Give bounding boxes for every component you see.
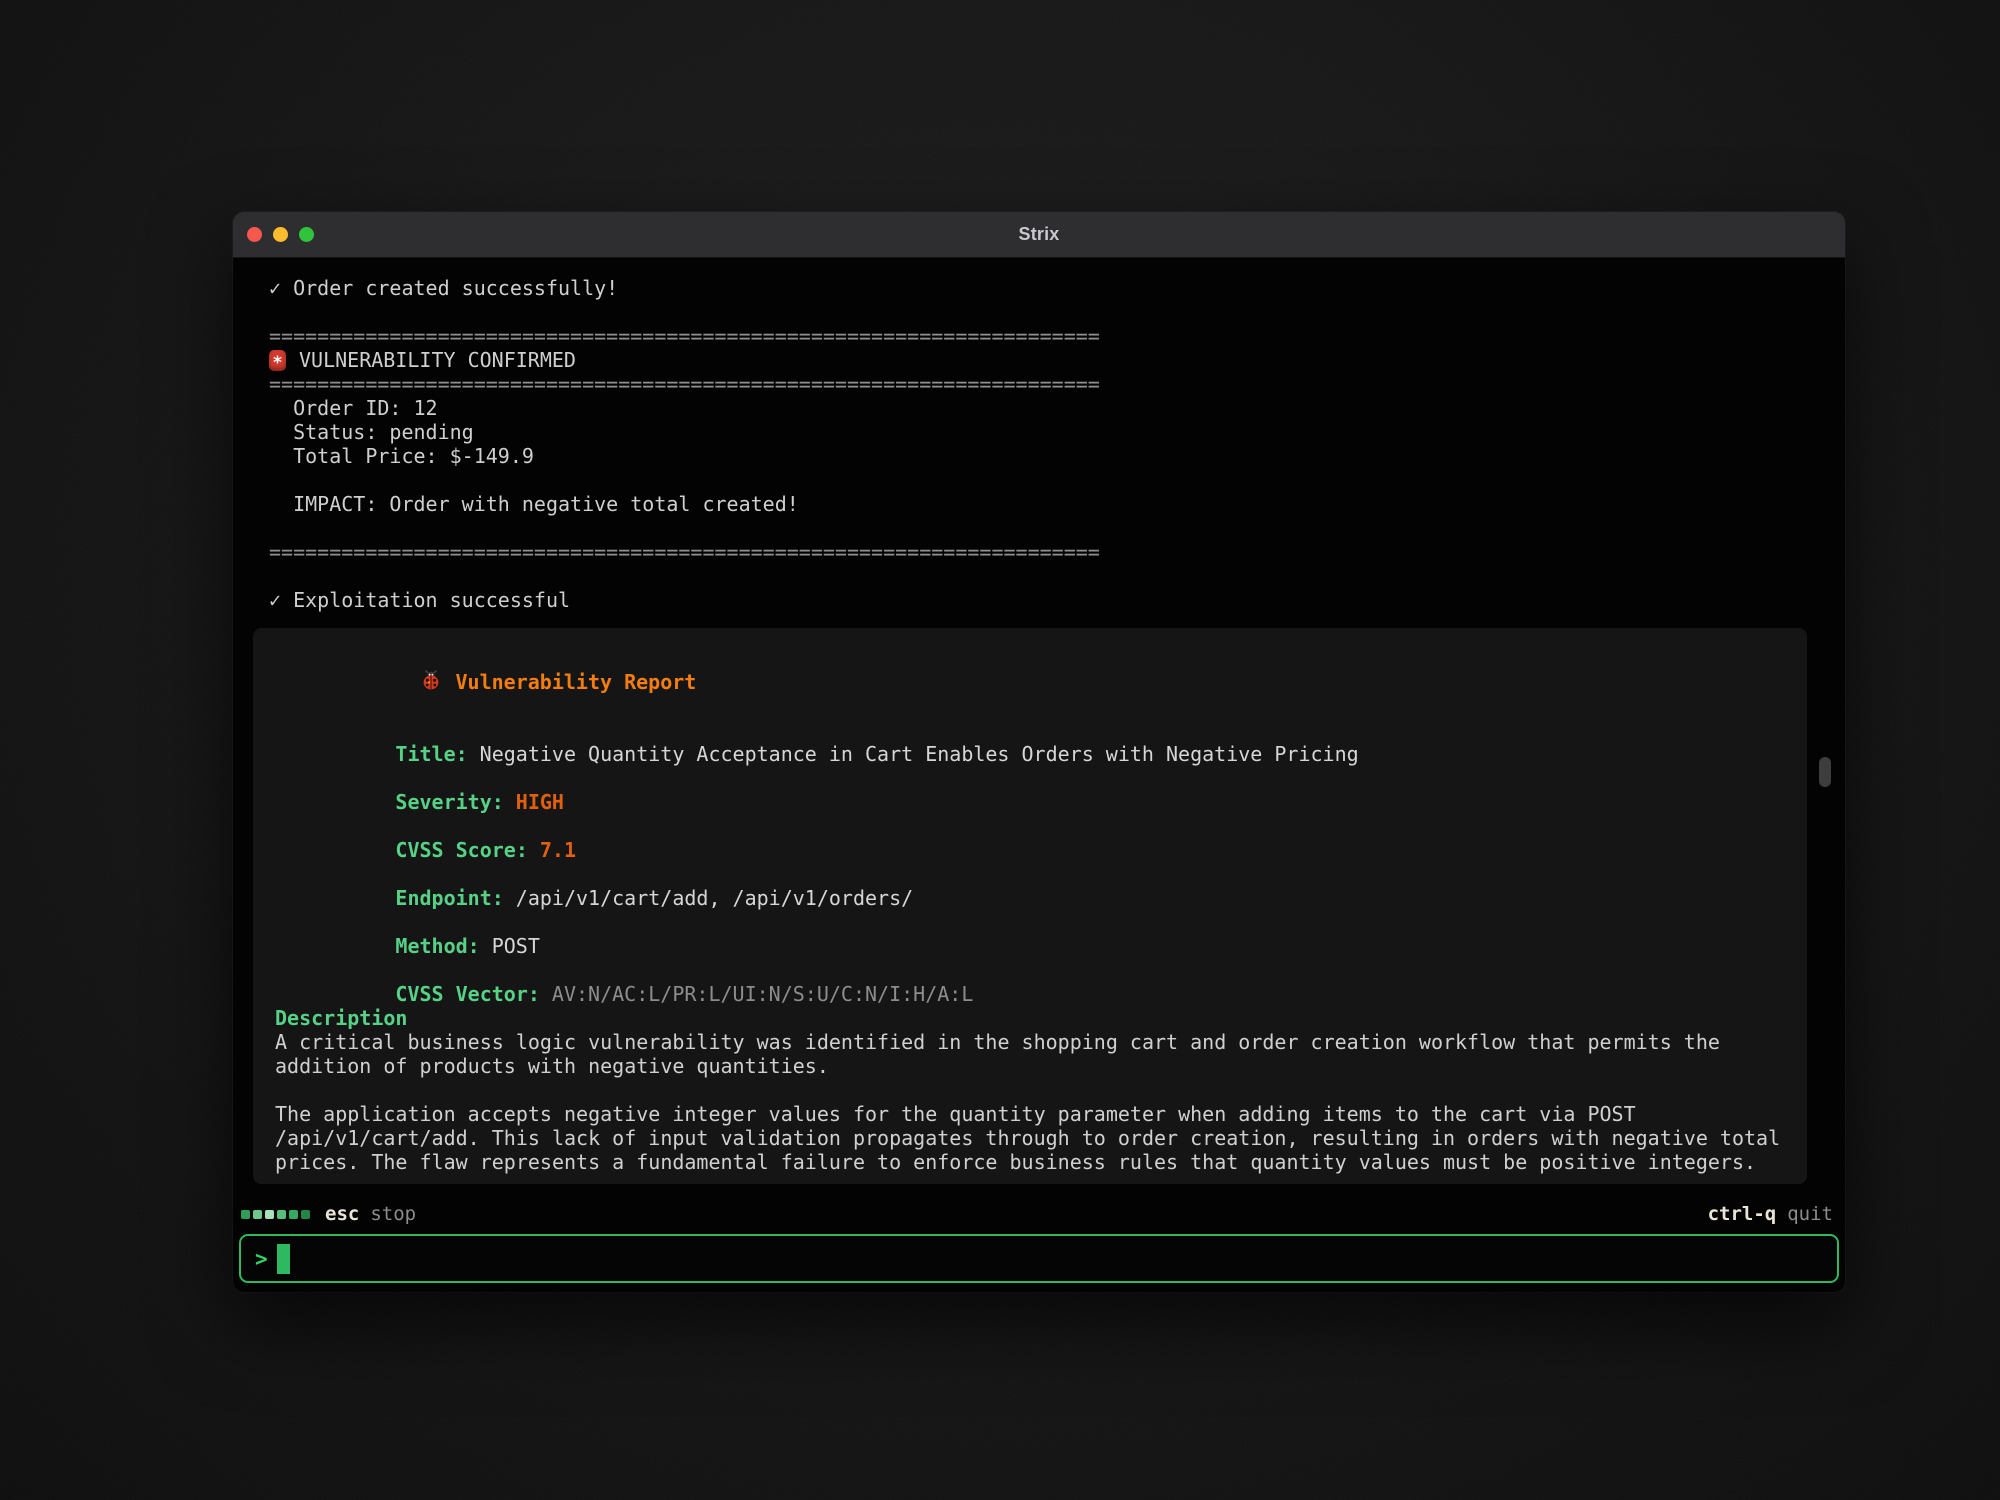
order-id-line: Order ID: 12	[269, 396, 1845, 420]
window-title: Strix	[1018, 224, 1059, 245]
status-bar-left: esc stop	[241, 1203, 416, 1225]
vulnerability-confirmed-banner: * VULNERABILITY CONFIRMED	[269, 348, 1845, 372]
order-status-line: Status: pending	[269, 420, 1845, 444]
status-bar: esc stop ctrl-q quit	[233, 1195, 1845, 1233]
description-paragraph: A critical business logic vulnerability …	[275, 1030, 1789, 1078]
window-titlebar[interactable]: Strix	[233, 212, 1845, 258]
total-price-line: Total Price: $-149.9	[269, 444, 1845, 468]
report-heading: Vulnerability Report	[456, 670, 697, 694]
report-field-cvss-vector: CVSS Vector:AV:N/AC:L/PR:L/UI:N/S:U/C:N/…	[275, 958, 1789, 982]
desktop-background: Strix ✓ Order created successfully! ====…	[0, 0, 2000, 1500]
banner-separator: ========================================…	[269, 540, 1845, 564]
field-value: Negative Quantity Acceptance in Cart Ena…	[480, 742, 1359, 766]
traffic-lights	[247, 212, 314, 257]
command-input[interactable]: >	[239, 1234, 1839, 1283]
field-value: HIGH	[516, 790, 564, 814]
field-label: CVSS Score:	[395, 838, 527, 862]
field-label: Method:	[395, 934, 479, 958]
field-value: AV:N/AC:L/PR:L/UI:N/S:U/C:N/I:H/A:L	[552, 982, 973, 1006]
banner-title-text: VULNERABILITY CONFIRMED	[299, 348, 576, 372]
quit-action-label: quit	[1787, 1203, 1833, 1225]
prompt-symbol: >	[255, 1247, 268, 1271]
text-cursor	[277, 1244, 290, 1274]
blank-line	[269, 564, 1845, 588]
input-area: >	[233, 1233, 1845, 1292]
ladybug-icon	[275, 645, 442, 720]
field-value: 7.1	[540, 838, 576, 862]
minimize-button[interactable]	[273, 227, 288, 242]
vulnerability-report-panel: Vulnerability Report Title:Negative Quan…	[253, 628, 1807, 1184]
banner-separator: ========================================…	[269, 372, 1845, 396]
blank-line	[269, 468, 1845, 492]
quit-key-hint: ctrl-q	[1708, 1203, 1777, 1225]
zoom-button[interactable]	[299, 227, 314, 242]
field-label: CVSS Vector:	[395, 982, 540, 1006]
report-field-cvss-score: CVSS Score:7.1	[275, 814, 1789, 838]
activity-spinner	[241, 1210, 310, 1219]
terminal-output: ✓ Order created successfully! ==========…	[233, 258, 1845, 1195]
status-bar-right: ctrl-q quit	[1708, 1203, 1833, 1225]
field-label: Severity:	[395, 790, 503, 814]
rotating-light-icon: *	[269, 350, 286, 371]
exploitation-success-message: ✓ Exploitation successful	[269, 588, 1845, 612]
description-heading: Description	[275, 1006, 1789, 1030]
field-label: Title:	[395, 742, 467, 766]
impact-line: IMPACT: Order with negative total create…	[269, 492, 1845, 516]
report-field-severity: Severity:HIGH	[275, 766, 1789, 790]
description-paragraph: The application accepts negative integer…	[275, 1102, 1789, 1174]
field-value: /api/v1/cart/add, /api/v1/orders/	[516, 886, 913, 910]
report-field-method: Method:POST	[275, 910, 1789, 934]
banner-separator: ========================================…	[269, 324, 1845, 348]
field-value: POST	[492, 934, 540, 958]
stop-action-label: stop	[370, 1203, 416, 1225]
report-header: Vulnerability Report	[275, 670, 1789, 694]
report-field-title: Title:Negative Quantity Acceptance in Ca…	[275, 718, 1789, 742]
strix-window: Strix ✓ Order created successfully! ====…	[233, 212, 1845, 1292]
close-button[interactable]	[247, 227, 262, 242]
blank-line	[269, 300, 1845, 324]
order-success-message: ✓ Order created successfully!	[269, 276, 1845, 300]
blank-line	[269, 516, 1845, 540]
scrollbar-thumb[interactable]	[1819, 757, 1831, 787]
field-label: Endpoint:	[395, 886, 503, 910]
terminal-log: ✓ Order created successfully! ==========…	[233, 258, 1845, 612]
stop-key-hint: esc	[325, 1203, 359, 1225]
report-field-endpoint: Endpoint:/api/v1/cart/add, /api/v1/order…	[275, 862, 1789, 886]
